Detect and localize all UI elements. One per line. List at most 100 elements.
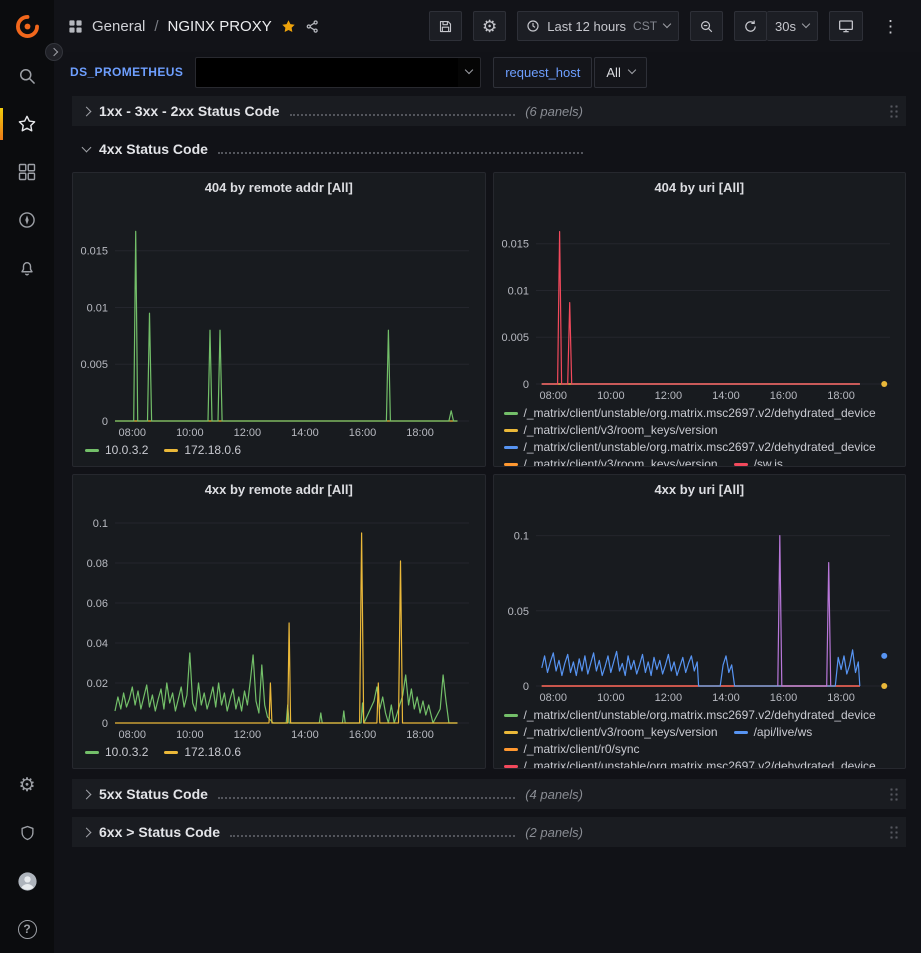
legend-item[interactable]: 10.0.3.2 [85,745,148,760]
legend-item[interactable]: /_matrix/client/unstable/org.matrix.msc2… [504,406,876,421]
search-icon [17,66,37,86]
sidebar-item-alerting[interactable] [0,244,54,292]
legend-item[interactable]: /_matrix/client/unstable/org.matrix.msc2… [504,708,876,723]
datasource-select[interactable] [195,57,481,88]
legend-label: /_matrix/client/v3/room_keys/version [524,457,718,466]
legend-color-swatch [85,449,99,452]
zoom-out-icon [699,19,714,34]
bell-icon [17,258,37,278]
svg-text:12:00: 12:00 [234,427,262,439]
share-icon[interactable] [305,19,320,34]
legend-label: /_matrix/client/r0/sync [524,742,640,757]
row-drag-handle[interactable] [889,104,898,118]
legend-item[interactable]: 172.18.0.6 [164,443,241,458]
time-series-chart[interactable]: 00.0050.010.01508:0010:0012:0014:0016:00… [73,201,485,441]
breadcrumb-dashboard-title[interactable]: NGINX PROXY [168,18,272,35]
tv-mode-button[interactable] [829,11,863,41]
time-series-chart[interactable]: 00.0050.010.01508:0010:0012:0014:0016:00… [494,201,906,404]
save-dashboard-button[interactable] [429,11,462,41]
legend-item[interactable]: /_matrix/client/v3/room_keys/version [504,423,718,438]
legend-item[interactable]: /_matrix/client/r0/sync [504,742,640,757]
legend-item[interactable]: /sw.js [734,457,783,466]
row-1xx-3xx-2xx[interactable]: 1xx - 3xx - 2xx Status Code (6 panels) [72,96,906,126]
legend-label: /_matrix/client/v3/room_keys/version [524,725,718,740]
legend-item[interactable]: 10.0.3.2 [85,443,148,458]
panels-grid: 404 by remote addr [All] 00.0050.010.015… [72,172,906,769]
legend-item[interactable]: /_matrix/client/v3/room_keys/version [504,725,718,740]
legend-item[interactable]: /_matrix/client/v3/room_keys/version [504,457,718,466]
time-series-chart[interactable]: 00.050.108:0010:0012:0014:0016:0018:00 [494,503,906,706]
sidebar-item-explore[interactable] [0,196,54,244]
sidebar-item-profile[interactable] [0,857,54,905]
breadcrumb-folder[interactable]: General [92,18,145,35]
clock-icon [526,19,540,33]
grafana-logo[interactable] [0,0,54,52]
request-host-value-dropdown[interactable]: All [594,57,646,88]
dashboard-grid-icon [68,19,83,34]
panel-title[interactable]: 404 by uri [All] [494,173,906,201]
refresh-interval-dropdown[interactable]: 30s [767,11,818,41]
time-range-picker[interactable]: Last 12 hours CST [517,11,679,41]
svg-text:10:00: 10:00 [176,729,204,741]
kebab-icon: ⋮ [882,18,899,35]
sidebar-item-dashboards[interactable] [0,148,54,196]
row-4xx[interactable]: 4xx Status Code [72,134,906,164]
svg-text:10:00: 10:00 [597,692,625,704]
row-5xx[interactable]: 5xx Status Code (4 panels) [72,779,906,809]
svg-text:18:00: 18:00 [406,729,434,741]
svg-text:0.015: 0.015 [80,246,108,258]
favorite-star-icon[interactable] [281,19,296,34]
grafana-logo-dot [24,23,30,29]
panel-title[interactable]: 4xx by remote addr [All] [73,475,485,503]
sidebar-item-help[interactable]: ? [0,905,54,953]
row-title[interactable]: 1xx - 3xx - 2xx Status Code [99,103,280,119]
row-panel-count: (6 panels) [525,104,583,119]
legend-item[interactable]: /_matrix/client/unstable/org.matrix.msc2… [504,759,876,768]
datasource-variable-label[interactable]: DS_PROMETHEUS [70,65,183,79]
row-panel-count: (2 panels) [525,825,583,840]
sidebar-item-search[interactable] [0,52,54,100]
refresh-button-group: 30s [734,11,818,41]
panel-title[interactable]: 404 by remote addr [All] [73,173,485,201]
panel-404-by-uri: 404 by uri [All] 00.0050.010.01508:0010:… [493,172,907,467]
time-range-label: Last 12 hours [547,19,626,34]
more-options-kebab[interactable]: ⋮ [874,11,907,41]
svg-text:0.005: 0.005 [501,332,529,344]
row-title[interactable]: 5xx Status Code [99,786,208,802]
legend-label: /_matrix/client/unstable/org.matrix.msc2… [524,440,876,455]
chevron-right-icon [78,829,94,836]
refresh-interval-label: 30s [775,19,796,34]
row-drag-handle[interactable] [889,787,898,801]
legend-color-swatch [504,714,518,717]
sidebar-item-starred[interactable] [0,100,54,148]
chevron-down-icon [78,148,94,151]
refresh-button[interactable] [734,11,767,41]
legend-item[interactable]: /_matrix/client/unstable/org.matrix.msc2… [504,440,876,455]
row-title[interactable]: 4xx Status Code [99,141,208,157]
breadcrumb: General / NGINX PROXY [68,18,320,35]
legend-item[interactable]: /api/live/ws [734,725,813,740]
zoom-out-button[interactable] [690,11,723,41]
svg-text:12:00: 12:00 [654,692,682,704]
svg-text:0.015: 0.015 [501,239,529,251]
time-series-chart[interactable]: 00.020.040.060.080.108:0010:0012:0014:00… [73,503,485,743]
toolbar-actions: ⚙ Last 12 hours CST 30s [429,11,907,41]
row-drag-handle[interactable] [889,825,898,839]
sidebar-item-configuration[interactable]: ⚙ [0,761,54,809]
panel-title[interactable]: 4xx by uri [All] [494,475,906,503]
row-title[interactable]: 6xx > Status Code [99,824,220,840]
dotted-leader [218,152,583,154]
gear-icon: ⚙ [18,776,35,795]
sidebar-expand-toggle[interactable] [45,43,63,61]
sidebar-item-server-admin[interactable] [0,809,54,857]
row-6xx[interactable]: 6xx > Status Code (2 panels) [72,817,906,847]
svg-text:0: 0 [102,718,108,730]
request-host-value: All [606,65,620,80]
legend-item[interactable]: 172.18.0.6 [164,745,241,760]
svg-text:14:00: 14:00 [291,427,319,439]
panel-legend: 10.0.3.2 172.18.0.6 [73,441,485,466]
dashboard-settings-button[interactable]: ⚙ [473,11,506,41]
request-host-label[interactable]: request_host [493,57,592,88]
svg-text:0: 0 [522,379,528,391]
svg-text:0.08: 0.08 [87,558,108,570]
